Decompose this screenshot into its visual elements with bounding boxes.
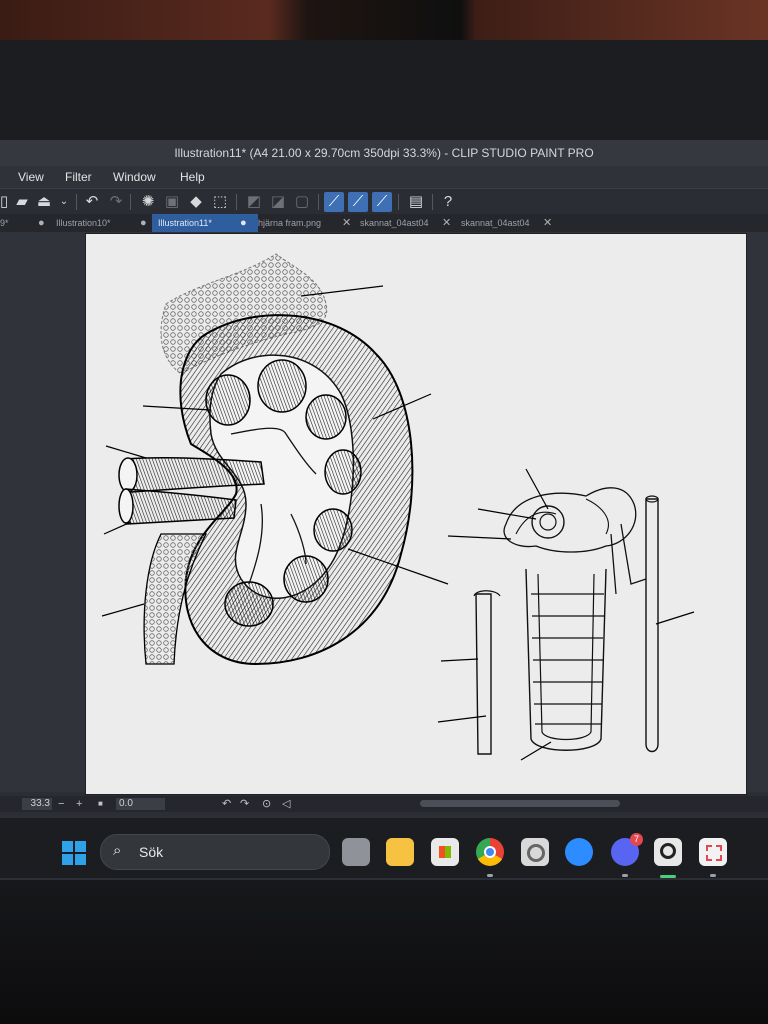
modified-dot: ● (140, 217, 147, 229)
modified-dot: ● (240, 217, 247, 229)
snipping-tool-icon[interactable] (699, 838, 727, 877)
toolbar-divider (236, 194, 237, 210)
clear-icon[interactable]: ▣ (162, 192, 182, 212)
toolbar-divider (398, 194, 399, 210)
crop-icon[interactable]: ◩ (244, 192, 264, 212)
fit-icon[interactable]: ■ (98, 797, 103, 811)
snap-grid-icon[interactable]: ⟋ (372, 192, 392, 212)
menu-view[interactable]: View (18, 166, 44, 188)
toolbar-divider (432, 194, 433, 210)
active-indicator (660, 875, 676, 878)
running-indicator (487, 874, 493, 877)
toolbar-divider (318, 194, 319, 210)
redo-icon[interactable]: ↷ (106, 192, 126, 212)
menu-bar: View Filter Window Help (0, 166, 768, 188)
monitor-bezel-top (0, 40, 768, 140)
transform-icon[interactable]: ⬚ (210, 192, 230, 212)
monitor-bezel-bottom (0, 880, 768, 1024)
flip-icon[interactable]: ◪ (268, 192, 288, 212)
file-explorer-icon[interactable] (386, 838, 414, 866)
microsoft-store-icon[interactable] (431, 838, 459, 866)
device-icon[interactable]: ▤ (406, 192, 426, 212)
reset-rotation-icon[interactable]: ⊙ (262, 797, 271, 811)
flip-horizontal-icon[interactable]: ◁ (282, 797, 290, 811)
windows-taskbar: ⌕ Sök 7 (0, 818, 768, 878)
open-icon[interactable]: ▰ (12, 192, 32, 212)
tab-skannat-1[interactable]: skannat_04ast04 (354, 214, 435, 232)
status-bar: 33.3 − + ■ 0.0 ↶ ↷ ⊙ ◁ (0, 796, 768, 812)
rotate-right-icon[interactable]: ↷ (240, 797, 249, 811)
running-indicator (622, 874, 628, 877)
running-indicator (710, 874, 716, 877)
window-title: Illustration11* (A4 21.00 x 29.70cm 350d… (0, 140, 768, 166)
fill-icon[interactable]: ◆ (186, 192, 206, 212)
snap-ruler-icon[interactable]: ⟋ (324, 192, 344, 212)
photo-background (0, 0, 768, 44)
close-icon[interactable]: ✕ (442, 214, 451, 232)
windows-start-icon[interactable] (62, 841, 86, 865)
tab-document[interactable]: 9* (0, 214, 15, 232)
drawing-canvas[interactable] (86, 234, 746, 794)
taskbar-search[interactable]: ⌕ Sök (100, 834, 330, 870)
task-view-icon[interactable] (342, 838, 370, 866)
menu-help[interactable]: Help (180, 166, 205, 188)
tab-illustration10[interactable]: Illustration10* (50, 214, 117, 232)
dropdown-icon[interactable]: ⌄ (54, 192, 74, 212)
close-icon[interactable]: ✕ (543, 214, 552, 232)
clip-studio-icon[interactable] (521, 838, 549, 866)
canvas-workspace[interactable] (0, 232, 768, 794)
tab-hjarna-fram[interactable]: hjärna fram.png (252, 214, 327, 232)
menu-filter[interactable]: Filter (65, 166, 92, 188)
zoom-input[interactable]: 33.3 (22, 798, 52, 810)
notification-badge: 7 (630, 833, 643, 846)
rotation-input[interactable]: 0.0 (116, 798, 165, 810)
rotate-icon[interactable]: ▢ (292, 192, 312, 212)
document-tabs: 9* ● Illustration10* ● Illustration11* ●… (0, 214, 768, 232)
close-icon[interactable]: ✕ (342, 214, 351, 232)
rotate-left-icon[interactable]: ↶ (222, 797, 231, 811)
undo-icon[interactable]: ↶ (82, 192, 102, 212)
modified-dot: ● (38, 217, 45, 229)
tab-skannat-2[interactable]: skannat_04ast04 (455, 214, 536, 232)
search-placeholder: Sök (139, 844, 164, 860)
zoom-in-icon[interactable]: + (76, 797, 82, 811)
screen: Illustration11* (A4 21.00 x 29.70cm 350d… (0, 140, 768, 880)
zoom-out-icon[interactable]: − (58, 797, 64, 811)
toolbar-divider (130, 194, 131, 210)
kidney-illustration (101, 253, 695, 761)
loading-icon[interactable]: ✺ (138, 192, 158, 212)
clip-studio-paint-icon[interactable] (654, 838, 682, 878)
zoom-icon[interactable] (565, 838, 593, 866)
toolbar-divider (76, 194, 77, 210)
menu-window[interactable]: Window (113, 166, 156, 188)
snap-special-ruler-icon[interactable]: ⟋ (348, 192, 368, 212)
save-icon[interactable]: ⏏ (34, 192, 54, 212)
search-icon: ⌕ (113, 842, 122, 859)
help-icon[interactable]: ? (438, 192, 458, 212)
discord-icon[interactable]: 7 (611, 833, 643, 877)
chrome-icon[interactable] (476, 838, 504, 877)
command-bar: ▯ ▰ ⏏ ⌄ ↶ ↷ ✺ ▣ ◆ ⬚ ◩ ◪ ▢ ⟋ ⟋ ⟋ ▤ ? (0, 188, 768, 215)
horizontal-scrollbar[interactable] (420, 800, 620, 807)
